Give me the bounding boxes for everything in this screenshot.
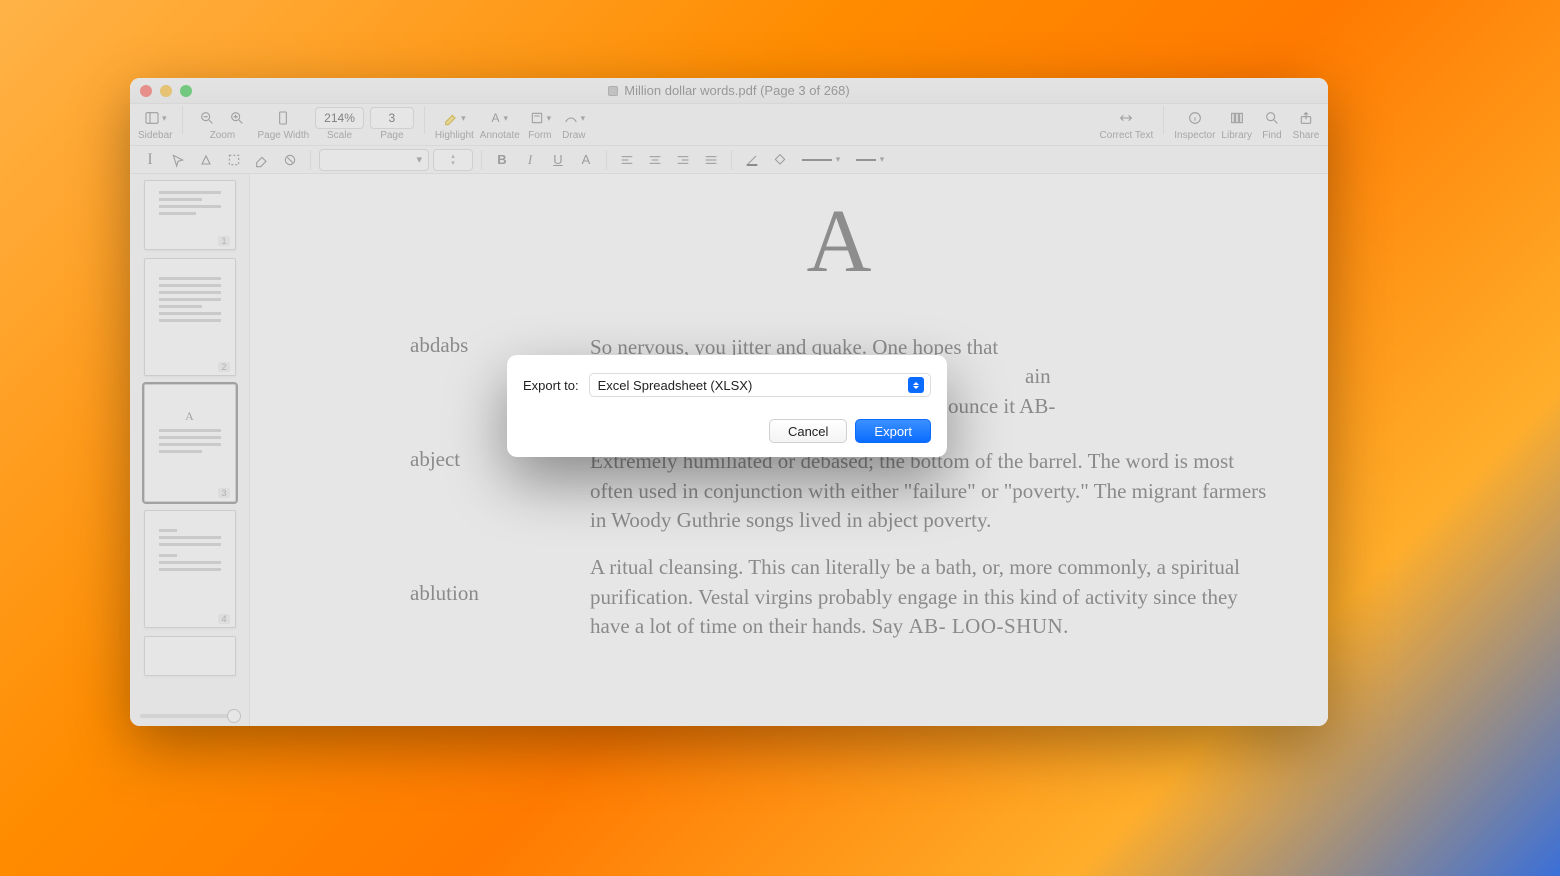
export-to-label: Export to:: [523, 378, 579, 393]
export-button[interactable]: Export: [855, 419, 931, 443]
desktop-wallpaper: Million dollar words.pdf (Page 3 of 268)…: [0, 0, 1560, 876]
dropdown-stepper-icon: [908, 377, 924, 393]
export-format-dropdown[interactable]: Excel Spreadsheet (XLSX): [589, 373, 931, 397]
cancel-button[interactable]: Cancel: [769, 419, 847, 443]
export-format-selected: Excel Spreadsheet (XLSX): [598, 378, 753, 393]
export-dialog: Export to: Excel Spreadsheet (XLSX) Canc…: [507, 355, 947, 457]
